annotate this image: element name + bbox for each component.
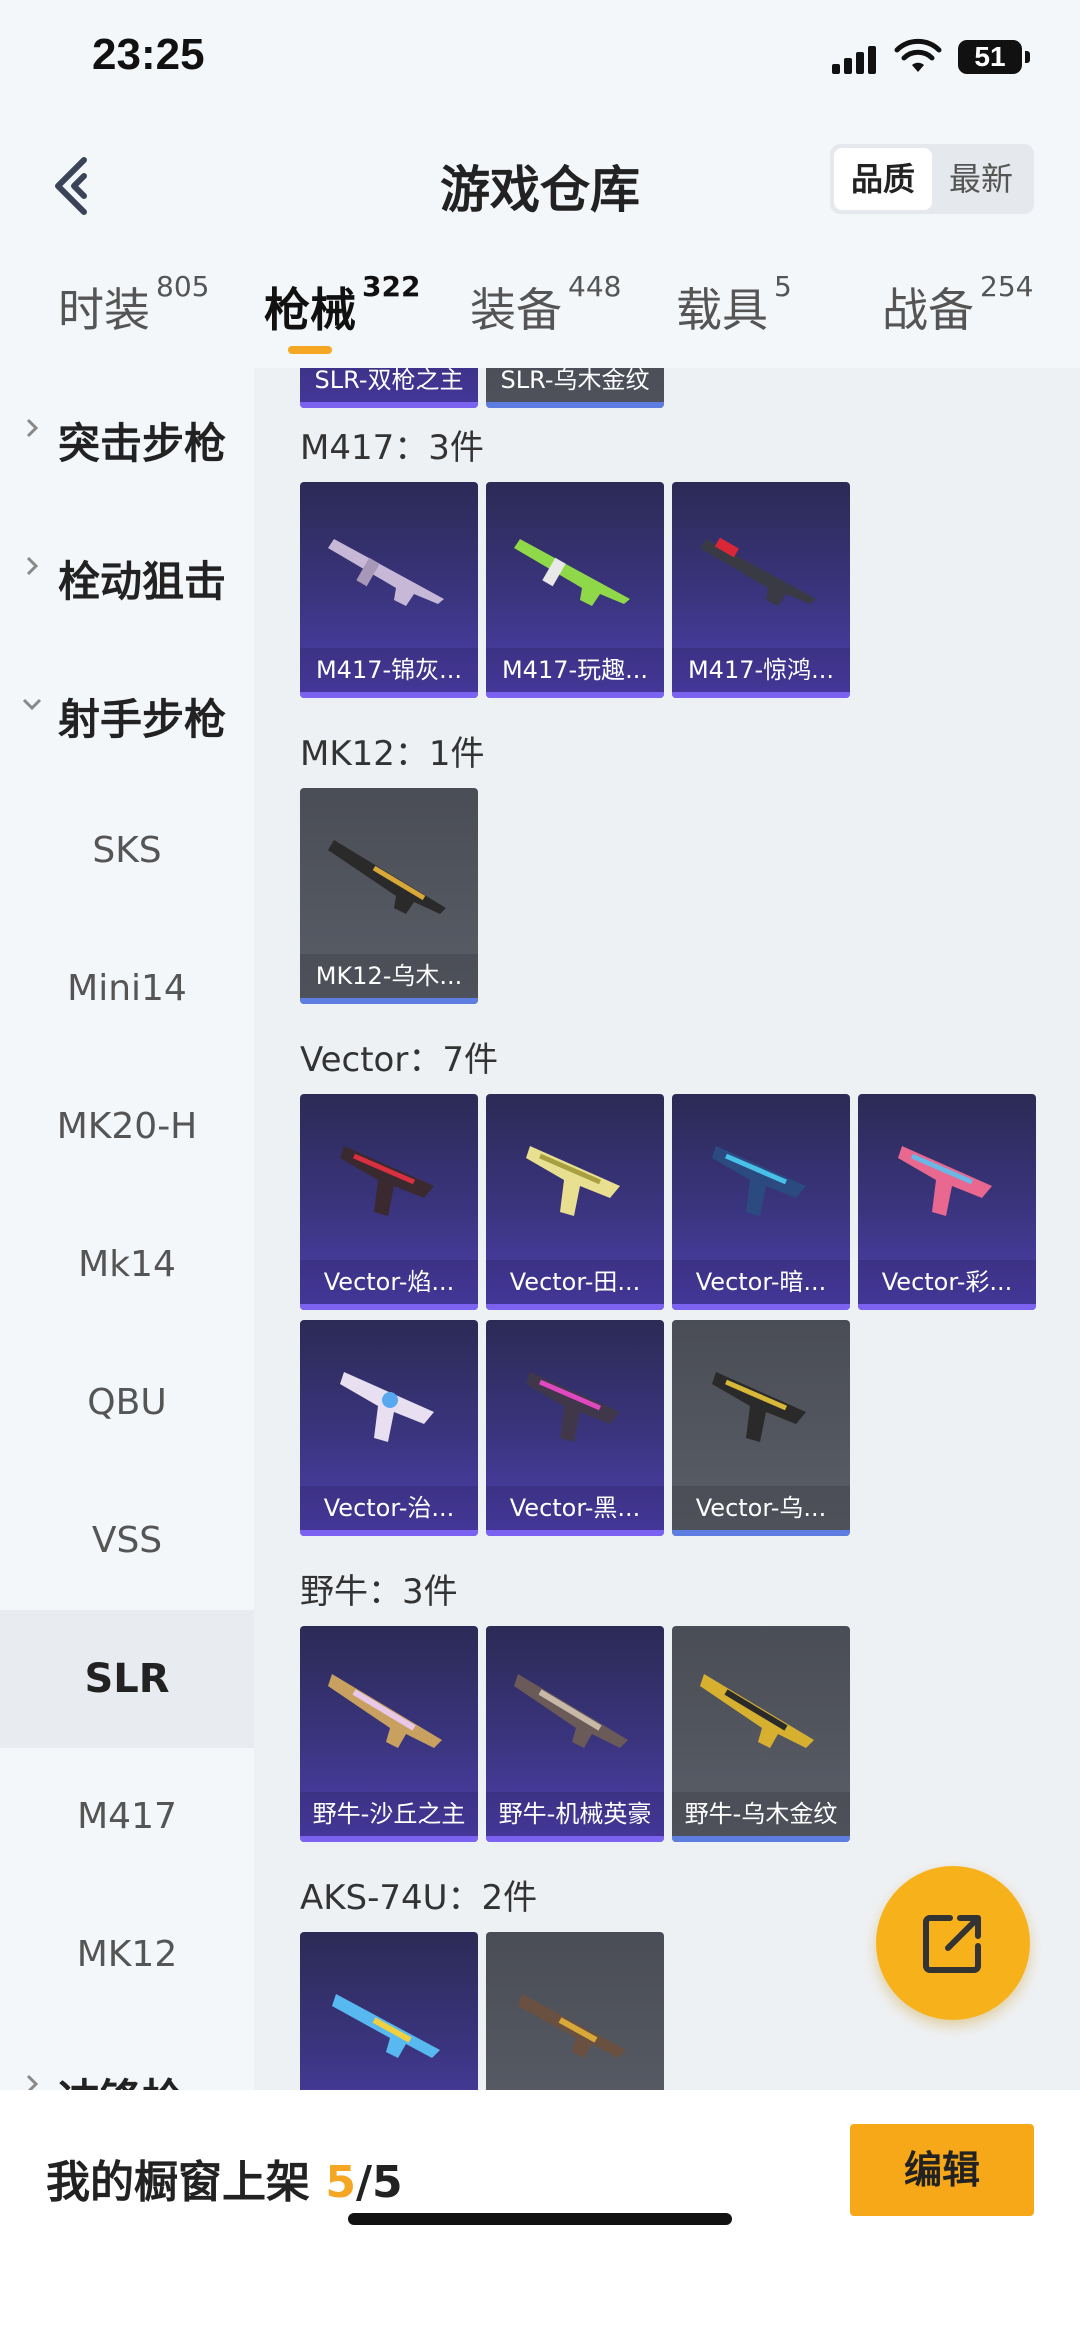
weapon-card[interactable]: Vector-暗... bbox=[672, 1094, 850, 1310]
section-label-mk12: MK12：1件 bbox=[300, 734, 485, 774]
weapon-card[interactable]: M417-玩趣... bbox=[486, 482, 664, 698]
weapon-card[interactable] bbox=[300, 1932, 478, 2090]
weapon-card[interactable]: SLR-乌木金纹 bbox=[486, 368, 664, 408]
tab-weapons[interactable]: 枪械 322 bbox=[264, 270, 420, 340]
tab-supplies[interactable]: 战备 254 bbox=[882, 270, 1033, 340]
smg-skin-icon bbox=[340, 1372, 434, 1442]
tab-vehicles[interactable]: 载具 5 bbox=[676, 270, 792, 340]
weapon-card[interactable] bbox=[486, 1932, 664, 2090]
weapon-card[interactable]: Vector-乌... bbox=[672, 1320, 850, 1536]
rifle-skin-icon bbox=[328, 539, 444, 606]
weapon-card[interactable]: SLR-双枪之主 bbox=[300, 368, 478, 408]
battery-icon: 51 bbox=[958, 40, 1030, 74]
sort-toggle: 品质 最新 bbox=[830, 144, 1034, 214]
weapon-type-sidebar: 突击步枪 栓动狙击 射手步枪 SKS Mini14 MK20-H Mk14 QB… bbox=[0, 368, 254, 2090]
section-label-aks74u: AKS-74U：2件 bbox=[300, 1878, 538, 1918]
chevron-down-icon bbox=[22, 698, 42, 711]
wifi-icon bbox=[894, 38, 942, 72]
active-tab-indicator bbox=[288, 346, 332, 354]
sidebar-item-vss[interactable]: VSS bbox=[0, 1472, 254, 1610]
showcase-status: 我的橱窗上架 5/5 bbox=[46, 2157, 403, 2208]
weapon-list[interactable]: SLR-双枪之主 SLR-乌木金纹 M417：3件 M417-锦灰... M41… bbox=[254, 368, 1080, 2090]
sidebar-item-mk20h[interactable]: MK20-H bbox=[0, 1058, 254, 1196]
sidebar-item-qbu[interactable]: QBU bbox=[0, 1334, 254, 1472]
smg-skin-icon bbox=[700, 1674, 814, 1748]
sidebar-item-mk12[interactable]: MK12 bbox=[0, 1886, 254, 2024]
smg-skin-icon bbox=[712, 1372, 806, 1442]
rifle-skin-icon bbox=[514, 539, 630, 606]
weapon-card[interactable]: Vector-黑... bbox=[486, 1320, 664, 1536]
status-bar: 23:25 51 bbox=[0, 0, 1080, 120]
home-indicator[interactable] bbox=[348, 2213, 732, 2225]
sidebar-item-m417[interactable]: M417 bbox=[0, 1748, 254, 1886]
chevron-right-icon bbox=[26, 556, 39, 576]
sort-newest-button[interactable]: 最新 bbox=[932, 148, 1030, 210]
sidebar-category-assault-rifle[interactable]: 突击步枪 bbox=[0, 368, 254, 506]
weapon-card[interactable]: Vector-彩... bbox=[858, 1094, 1036, 1310]
smg-skin-icon bbox=[526, 1372, 620, 1442]
weapon-card[interactable]: Vector-焰... bbox=[300, 1094, 478, 1310]
smg-skin-icon bbox=[898, 1146, 992, 1216]
sidebar-category-marksman-rifle[interactable]: 射手步枪 bbox=[0, 644, 254, 782]
rifle-skin-icon bbox=[328, 840, 446, 914]
sidebar-item-sks[interactable]: SKS bbox=[0, 782, 254, 920]
status-time: 23:25 bbox=[92, 30, 205, 79]
weapon-card[interactable]: Vector-田... bbox=[486, 1094, 664, 1310]
weapon-card[interactable]: M417-锦灰... bbox=[300, 482, 478, 698]
sidebar-item-mini14[interactable]: Mini14 bbox=[0, 920, 254, 1058]
rifle-skin-icon bbox=[518, 1994, 626, 2058]
sidebar-item-slr[interactable]: SLR bbox=[0, 1610, 254, 1748]
smg-skin-icon bbox=[514, 1674, 628, 1748]
weapon-card[interactable]: 野牛-乌木金纹 bbox=[672, 1626, 850, 1842]
rifle-skin-icon bbox=[700, 537, 816, 606]
share-button[interactable] bbox=[876, 1866, 1030, 2020]
smg-skin-icon bbox=[526, 1146, 620, 1216]
smg-skin-icon bbox=[328, 1674, 442, 1748]
chevron-right-icon bbox=[26, 418, 39, 438]
sidebar-category-smg[interactable]: 冲锋枪 bbox=[0, 2024, 254, 2090]
weapon-card[interactable]: MK12-乌木... bbox=[300, 788, 478, 1004]
weapon-card[interactable]: Vector-治... bbox=[300, 1320, 478, 1536]
weapon-card[interactable]: M417-惊鸿... bbox=[672, 482, 850, 698]
sort-quality-button[interactable]: 品质 bbox=[834, 148, 932, 210]
section-label-vector: Vector：7件 bbox=[300, 1040, 498, 1080]
rifle-skin-icon bbox=[332, 1994, 440, 2058]
smg-skin-icon bbox=[340, 1146, 434, 1216]
share-export-icon bbox=[923, 1915, 981, 1973]
smg-skin-icon bbox=[712, 1146, 806, 1216]
weapon-card[interactable]: 野牛-机械英豪 bbox=[486, 1626, 664, 1842]
showcase-count: 5 bbox=[325, 2157, 356, 2208]
tab-equipment[interactable]: 装备 448 bbox=[470, 270, 621, 340]
weapon-card[interactable]: 野牛-沙丘之主 bbox=[300, 1626, 478, 1842]
category-tabs: 时装 805 枪械 322 装备 448 载具 5 战备 254 bbox=[0, 240, 1080, 368]
nav-header: 游戏仓库 品质 最新 bbox=[0, 120, 1080, 240]
signal-icon bbox=[832, 44, 876, 74]
edit-button[interactable]: 编辑 bbox=[850, 2124, 1034, 2216]
section-label-bizon: 野牛：3件 bbox=[300, 1572, 458, 1612]
sidebar-category-bolt-sniper[interactable]: 栓动狙击 bbox=[0, 506, 254, 644]
chevron-right-icon bbox=[26, 2074, 39, 2090]
section-label-m417: M417：3件 bbox=[300, 428, 484, 468]
tab-fashion[interactable]: 时装 805 bbox=[58, 270, 209, 340]
sidebar-item-mk14[interactable]: Mk14 bbox=[0, 1196, 254, 1334]
showcase-total: /5 bbox=[355, 2157, 403, 2208]
